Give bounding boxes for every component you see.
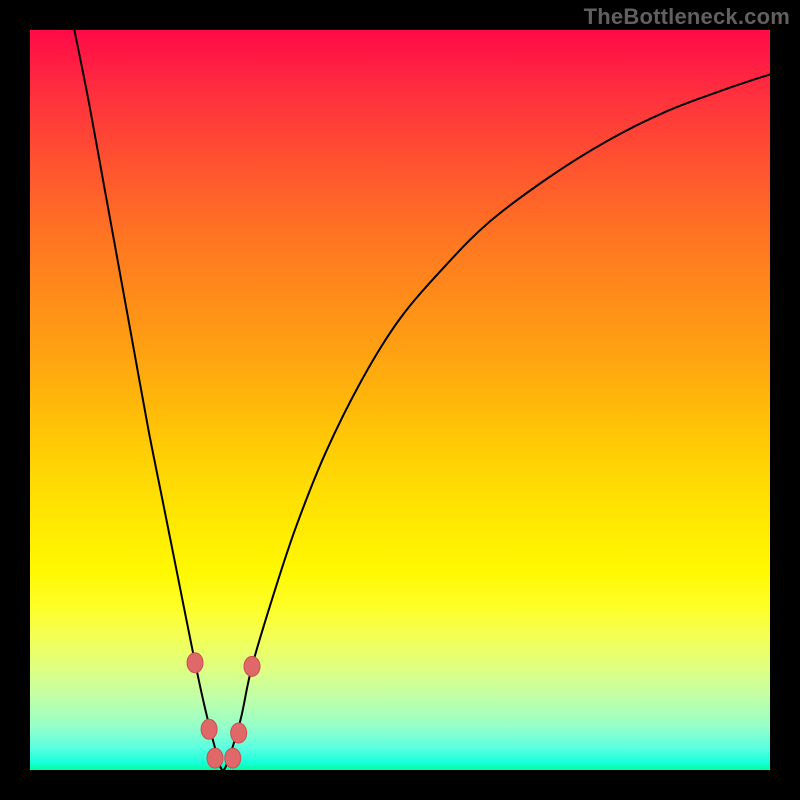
watermark-text: TheBottleneck.com bbox=[584, 4, 790, 30]
bottleneck-curve bbox=[30, 30, 770, 770]
highlight-dot bbox=[225, 748, 241, 768]
highlight-dots bbox=[187, 653, 260, 768]
highlight-dot bbox=[201, 719, 217, 739]
plot-area bbox=[30, 30, 770, 770]
highlight-dot bbox=[187, 653, 203, 673]
highlight-dot bbox=[244, 656, 260, 676]
curve-path bbox=[74, 30, 770, 770]
highlight-dot bbox=[231, 723, 247, 743]
highlight-dot bbox=[207, 748, 223, 768]
chart-frame: TheBottleneck.com bbox=[0, 0, 800, 800]
